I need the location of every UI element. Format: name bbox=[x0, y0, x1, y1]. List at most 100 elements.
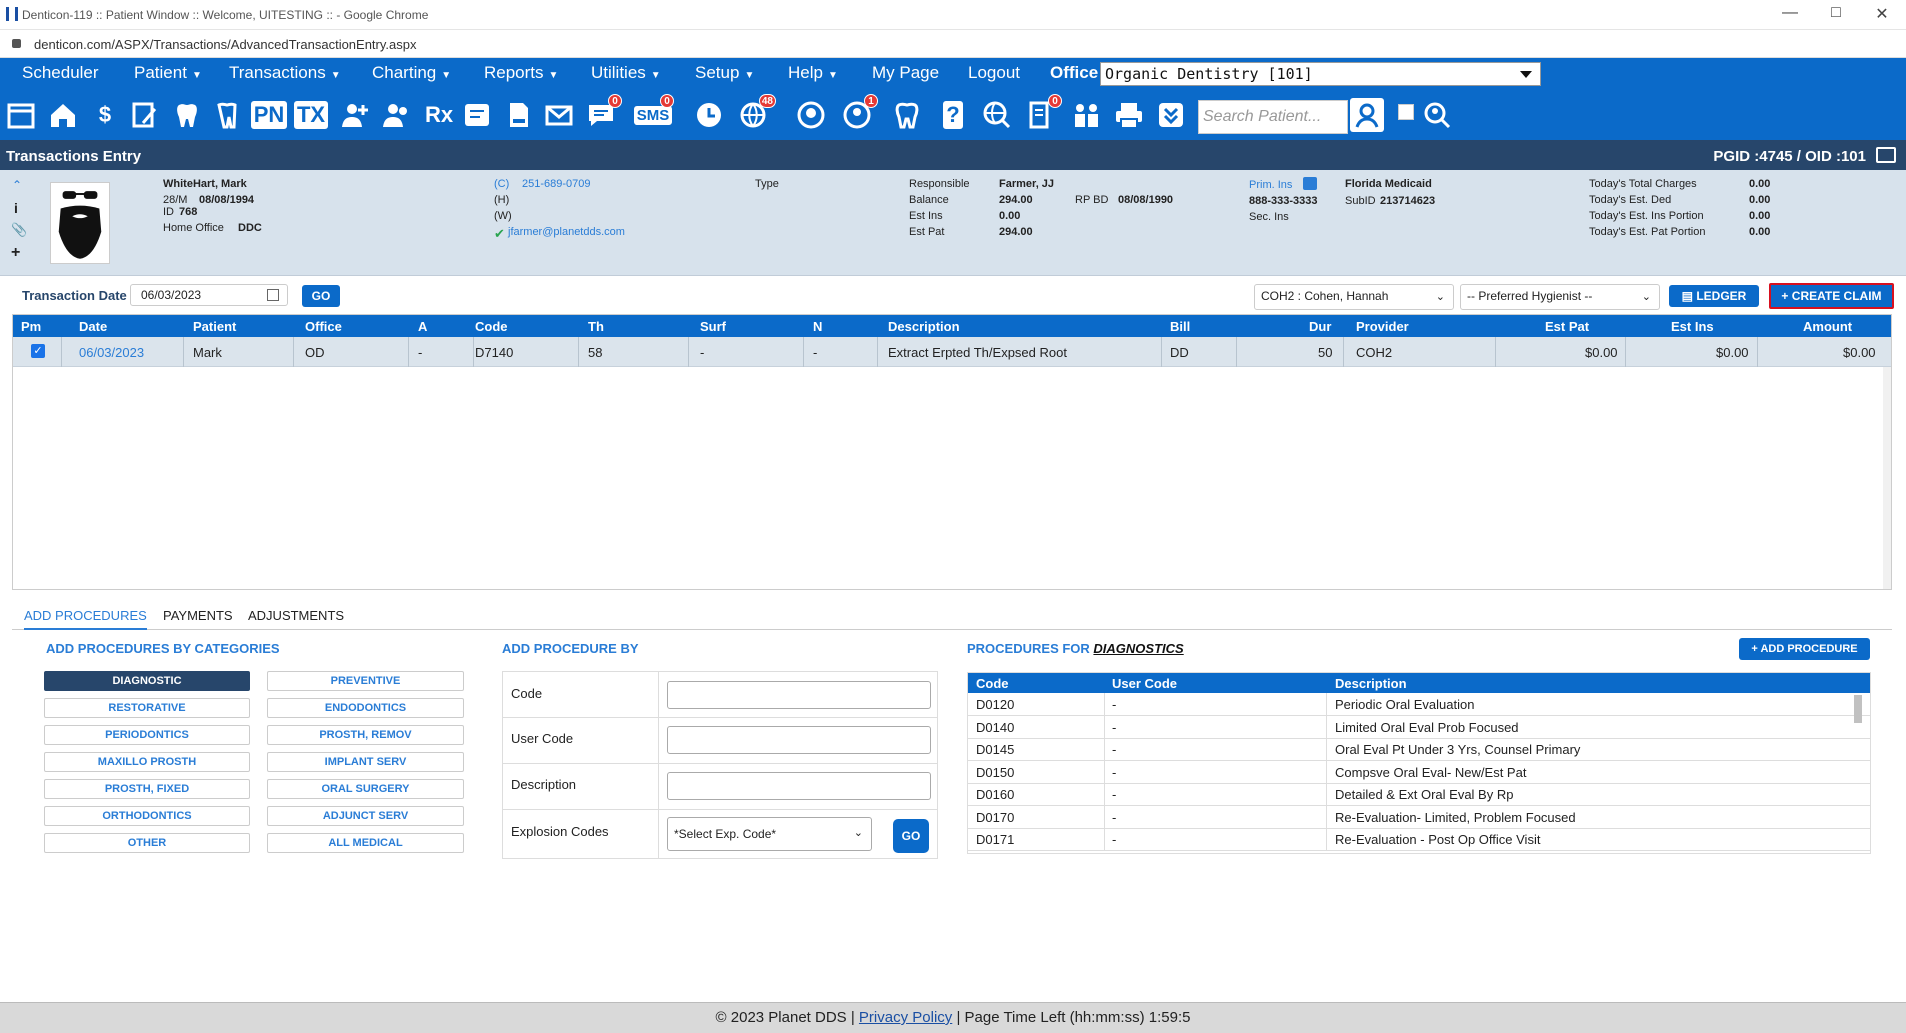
messages-icon[interactable]: 0 bbox=[584, 94, 622, 132]
treatment-plan-icon[interactable]: TX bbox=[293, 98, 329, 132]
tooth-icon[interactable] bbox=[890, 98, 924, 132]
nav-charting[interactable]: Charting ▼ bbox=[372, 63, 451, 83]
alerts-icon[interactable]: 1 bbox=[840, 94, 878, 132]
procedures-scrollbar[interactable] bbox=[1854, 695, 1862, 723]
office-select[interactable]: Organic Dentistry [101] bbox=[1100, 62, 1541, 86]
nav-patient[interactable]: Patient ▼ bbox=[134, 63, 202, 83]
maximize-icon[interactable]: □ bbox=[1816, 4, 1856, 22]
dollar-icon[interactable]: $ bbox=[88, 98, 122, 132]
home-icon[interactable] bbox=[46, 98, 80, 132]
tab-adjustments[interactable]: ADJUSTMENTS bbox=[248, 608, 344, 623]
col-est-ins[interactable]: Est Ins bbox=[1671, 319, 1714, 334]
support-icon[interactable] bbox=[794, 98, 828, 132]
col-amount[interactable]: Amount bbox=[1803, 319, 1852, 334]
privacy-policy-link[interactable]: Privacy Policy bbox=[859, 1009, 952, 1026]
col-patient[interactable]: Patient bbox=[193, 319, 236, 334]
category-prosth-remov[interactable]: PROSTH, REMOV bbox=[267, 725, 464, 745]
col-surf[interactable]: Surf bbox=[700, 319, 726, 334]
procedure-row[interactable]: D0150 - Compsve Oral Eval- New/Est Pat bbox=[968, 760, 1870, 784]
online-icon[interactable]: 48 bbox=[738, 94, 776, 132]
info-icon[interactable]: i bbox=[14, 200, 18, 216]
category-diagnostic[interactable]: DIAGNOSTIC bbox=[44, 671, 250, 691]
procedure-row[interactable]: D0145 - Oral Eval Pt Under 3 Yrs, Counsel … bbox=[968, 738, 1870, 761]
procedure-row[interactable]: D0140 - Limited Oral Eval Prob Focused bbox=[968, 715, 1870, 739]
col-description[interactable]: Description bbox=[888, 319, 960, 334]
table-row[interactable]: ✓ 06/03/2023 Mark OD - D7140 58 - - Extr… bbox=[13, 337, 1891, 367]
category-endodontics[interactable]: ENDODONTICS bbox=[267, 698, 464, 718]
web-search-icon[interactable] bbox=[980, 98, 1014, 132]
nav-my-page[interactable]: My Page bbox=[872, 63, 939, 83]
nav-utilities[interactable]: Utilities ▼ bbox=[591, 63, 661, 83]
procedure-row[interactable]: D0170 - Re-Evaluation- Limited, Problem Fo… bbox=[968, 805, 1870, 829]
edit-notes-icon[interactable] bbox=[128, 98, 162, 132]
col-provider[interactable]: Provider bbox=[1356, 319, 1409, 334]
col-code[interactable]: Code bbox=[475, 319, 508, 334]
procedure-row[interactable]: D0171 - Re-Evaluation - Post Op Office Vis… bbox=[968, 828, 1870, 851]
category-periodontics[interactable]: PERIODONTICS bbox=[44, 725, 250, 745]
address-bar[interactable]: denticon.com/ASPX/Transactions/AdvancedT… bbox=[0, 30, 1906, 58]
category-other[interactable]: OTHER bbox=[44, 833, 250, 853]
document-icon[interactable] bbox=[502, 98, 536, 132]
tasks-icon[interactable]: 0 bbox=[1024, 94, 1062, 132]
procedure-row[interactable]: D0160 - Detailed & Ext Oral Eval By Rp bbox=[968, 783, 1870, 806]
category-restorative[interactable]: RESTORATIVE bbox=[44, 698, 250, 718]
col-pm[interactable]: Pm bbox=[21, 319, 41, 334]
provider-select[interactable]: COH2 : Cohen, Hannah ⌄ bbox=[1254, 284, 1454, 310]
nav-logout[interactable]: Logout bbox=[968, 63, 1020, 83]
grid-scrollbar[interactable] bbox=[1883, 367, 1891, 589]
ledger-button[interactable]: ▤ LEDGER bbox=[1669, 285, 1759, 307]
col-a[interactable]: A bbox=[418, 319, 427, 334]
category-all-medical[interactable]: ALL MEDICAL bbox=[267, 833, 464, 853]
search-patient-input[interactable]: Search Patient... bbox=[1198, 100, 1348, 134]
category-preventive[interactable]: PREVENTIVE bbox=[267, 671, 464, 691]
category-adjunct-serv[interactable]: ADJUNCT SERV bbox=[267, 806, 464, 826]
check-download-icon[interactable] bbox=[1154, 98, 1188, 132]
tab-add-procedures[interactable]: ADD PROCEDURES bbox=[24, 608, 147, 630]
hygienist-select[interactable]: -- Preferred Hygienist -- ⌄ bbox=[1460, 284, 1660, 310]
phone-cell[interactable]: 251-689-0709 bbox=[522, 178, 591, 190]
tooth-chart-icon[interactable] bbox=[170, 98, 204, 132]
description-input[interactable] bbox=[667, 772, 931, 800]
row-checkbox[interactable]: ✓ bbox=[31, 344, 45, 358]
nav-reports[interactable]: Reports ▼ bbox=[484, 63, 558, 83]
explosion-go-button[interactable]: GO bbox=[893, 819, 929, 853]
perio-icon[interactable] bbox=[210, 98, 244, 132]
category-implant-serv[interactable]: IMPLANT SERV bbox=[267, 752, 464, 772]
calendar-icon[interactable] bbox=[267, 289, 279, 301]
explosion-code-select[interactable]: *Select Exp. Code* ⌄ bbox=[667, 817, 872, 851]
sms-icon[interactable]: SMS 0 bbox=[633, 94, 674, 132]
group-search-icon[interactable] bbox=[1420, 98, 1454, 132]
add-patient-icon[interactable] bbox=[338, 98, 372, 132]
nav-transactions[interactable]: Transactions ▼ bbox=[229, 63, 341, 83]
checkbox[interactable] bbox=[1398, 104, 1414, 120]
row-date[interactable]: 06/03/2023 bbox=[79, 345, 144, 360]
category-oral-surgery[interactable]: ORAL SURGERY bbox=[267, 779, 464, 799]
col-dur[interactable]: Dur bbox=[1309, 319, 1331, 334]
category-orthodontics[interactable]: ORTHODONTICS bbox=[44, 806, 250, 826]
nav-help[interactable]: Help ▼ bbox=[788, 63, 838, 83]
prescription-icon[interactable]: Rx bbox=[422, 98, 456, 132]
print-icon[interactable] bbox=[1876, 147, 1896, 163]
col-bill[interactable]: Bill bbox=[1170, 319, 1190, 334]
progress-notes-icon[interactable]: PN bbox=[250, 98, 288, 132]
procedure-row[interactable]: D0120 - Periodic Oral Evaluation bbox=[968, 693, 1870, 716]
add-icon[interactable]: + bbox=[11, 244, 20, 262]
attachment-icon[interactable]: 📎 bbox=[11, 222, 27, 238]
add-family-icon[interactable] bbox=[380, 98, 414, 132]
family-icon[interactable] bbox=[1070, 98, 1104, 132]
create-claim-button[interactable]: + CREATE CLAIM bbox=[1769, 283, 1894, 309]
print-icon[interactable] bbox=[1112, 98, 1146, 132]
help-tooth-icon[interactable]: ? bbox=[936, 98, 970, 132]
search-user-icon[interactable] bbox=[1350, 98, 1384, 132]
code-input[interactable] bbox=[667, 681, 931, 709]
email-icon[interactable] bbox=[542, 98, 576, 132]
close-icon[interactable]: ✕ bbox=[1862, 4, 1902, 24]
user-code-input[interactable] bbox=[667, 726, 931, 754]
col-th[interactable]: Th bbox=[588, 319, 604, 334]
category-maxillo-prosth[interactable]: MAXILLO PROSTH bbox=[44, 752, 250, 772]
tab-payments[interactable]: PAYMENTS bbox=[163, 608, 233, 623]
category-prosth-fixed[interactable]: PROSTH, FIXED bbox=[44, 779, 250, 799]
url-text[interactable]: denticon.com/ASPX/Transactions/AdvancedT… bbox=[34, 37, 416, 52]
edit-insurance-icon[interactable] bbox=[1303, 177, 1317, 190]
col-est-pat[interactable]: Est Pat bbox=[1545, 319, 1589, 334]
